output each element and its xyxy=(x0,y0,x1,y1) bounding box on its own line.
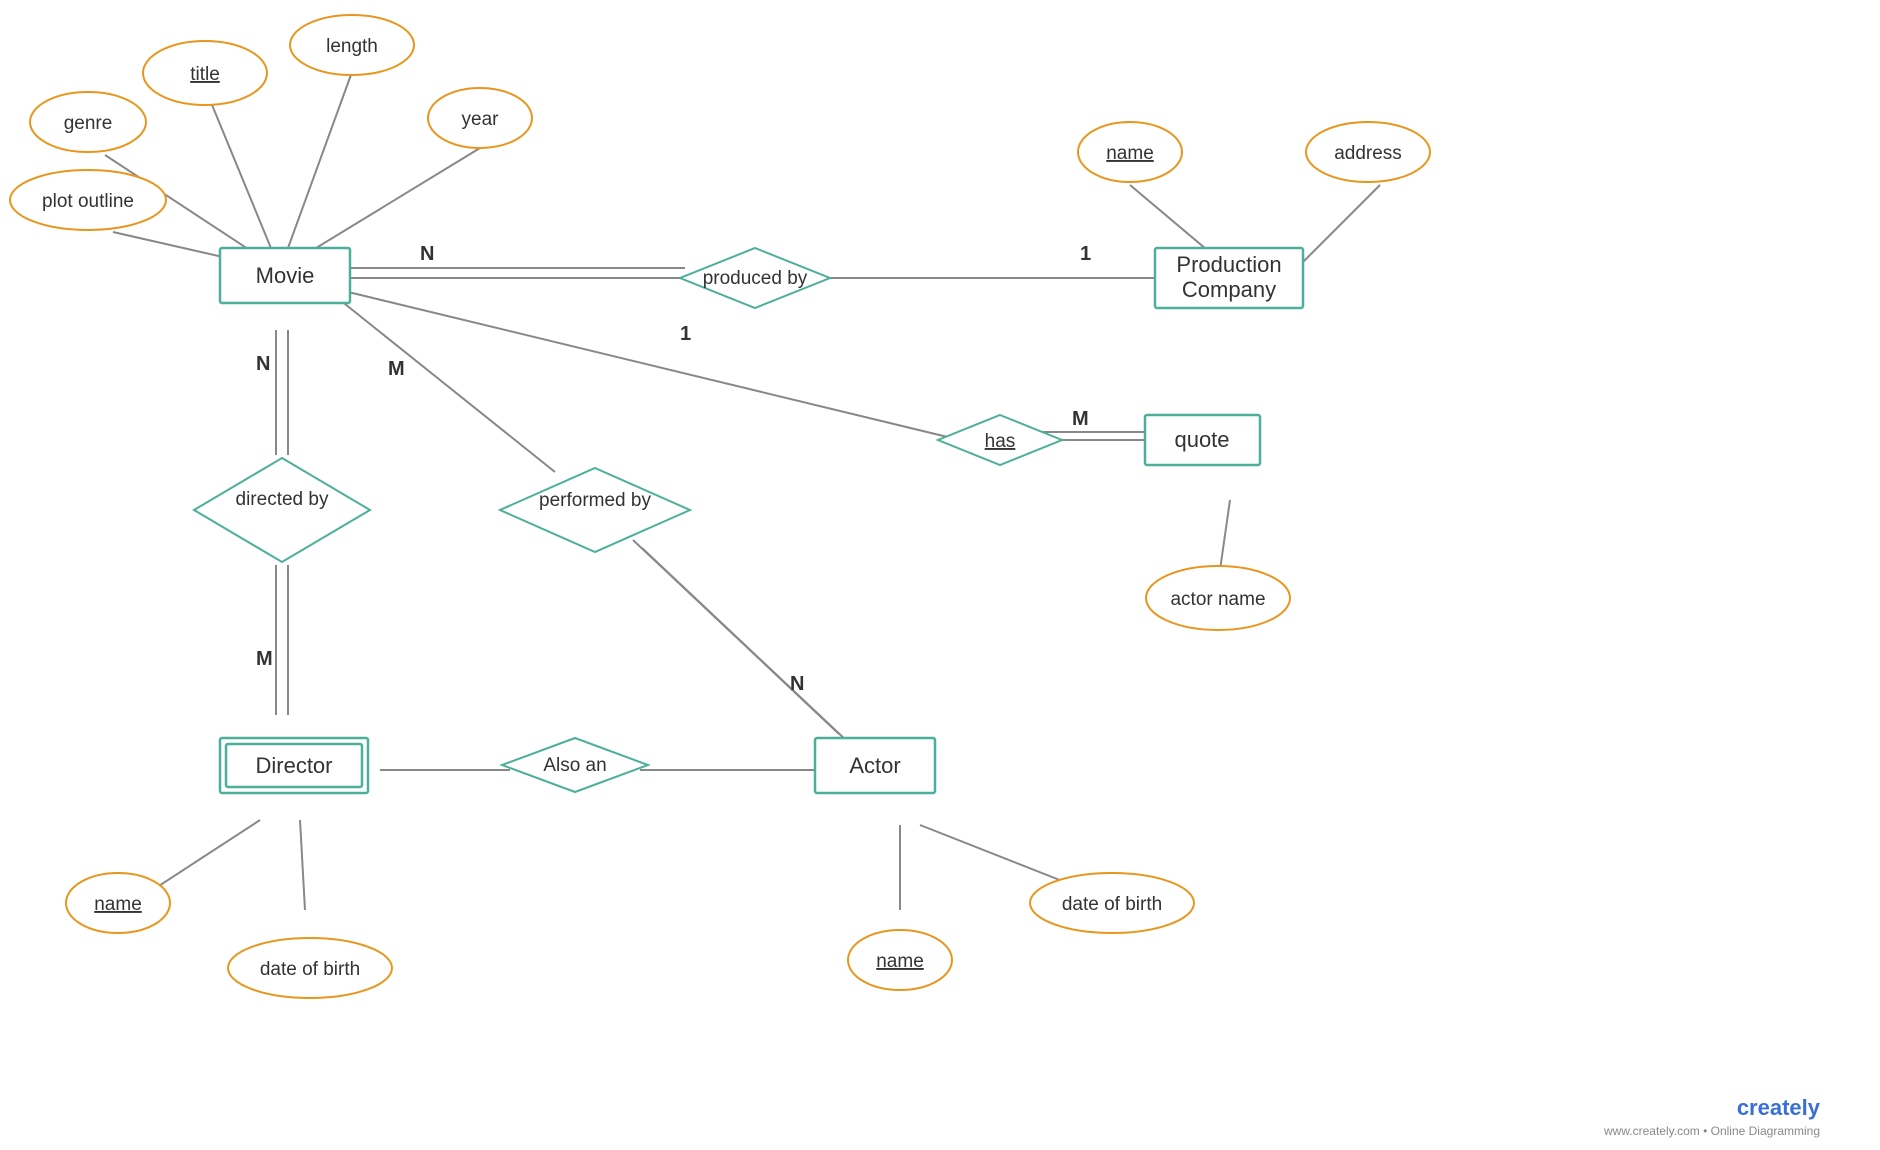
relation-has: has xyxy=(938,415,1062,465)
attr-genre: genre xyxy=(30,92,146,152)
title-text: title xyxy=(190,64,220,85)
cardinality-n-movie-directed: N xyxy=(256,353,270,375)
attr-pc-address: address xyxy=(1306,122,1430,182)
attr-actor-name-bottom: name xyxy=(848,930,952,990)
actor-name-bottom-text: name xyxy=(876,951,924,972)
relation-also-an: Also an xyxy=(502,738,648,792)
movie-label: Movie xyxy=(256,263,315,288)
produced-by-label: produced by xyxy=(703,268,808,289)
year-text: year xyxy=(462,109,500,130)
actor-name-text: actor name xyxy=(1170,589,1265,610)
pc-label-1: Production xyxy=(1176,252,1281,277)
line-movie-title xyxy=(210,100,280,270)
line-actor-dob xyxy=(920,825,1080,888)
cardinality-m-movie-performed: M xyxy=(388,358,405,380)
entity-director: Director xyxy=(220,738,368,793)
cardinality-1-pc-produced: 1 xyxy=(1080,243,1091,265)
genre-text: genre xyxy=(64,113,113,134)
quote-label: quote xyxy=(1174,427,1229,452)
pc-address-text: address xyxy=(1334,143,1402,164)
attr-title: title xyxy=(143,41,267,105)
relation-directed-by: directed by xyxy=(194,458,370,562)
attr-director-dob: date of birth xyxy=(228,938,392,998)
cardinality-n-actor-performed: N xyxy=(790,673,804,695)
director-name-text: name xyxy=(94,894,142,915)
director-dob-text: date of birth xyxy=(260,959,360,980)
line-director-name xyxy=(145,820,260,895)
line-pc-address xyxy=(1300,185,1380,265)
pc-name-text: name xyxy=(1106,143,1154,164)
director-label: Director xyxy=(255,753,332,778)
line-quote-actorname xyxy=(1220,500,1230,570)
directed-by-label-1: directed by xyxy=(236,489,329,510)
attr-year: year xyxy=(428,88,532,148)
creately-brand: creately xyxy=(1737,1095,1821,1120)
entity-production-company: Production Company xyxy=(1155,248,1303,308)
attr-plot-outline: plot outline xyxy=(10,170,166,230)
attr-actor-name: actor name xyxy=(1146,566,1290,630)
cardinality-1-movie-has: 1 xyxy=(680,323,691,345)
has-label: has xyxy=(985,431,1016,452)
line-movie-has xyxy=(340,290,960,440)
attr-director-name: name xyxy=(66,873,170,933)
entity-actor: Actor xyxy=(815,738,935,793)
er-diagram: Movie Production Company Director Actor … xyxy=(0,0,1880,1150)
attr-actor-dob: date of birth xyxy=(1030,873,1194,933)
pc-label-2: Company xyxy=(1182,277,1276,302)
performed-by-label: performed by xyxy=(539,490,651,511)
line-movie-performedby xyxy=(340,300,555,472)
cardinality-n-movie-produced: N xyxy=(420,243,434,265)
creately-url: www.creately.com • Online Diagramming xyxy=(1603,1124,1820,1138)
plot-outline-text: plot outline xyxy=(42,191,134,212)
line-performedby-actor-2 xyxy=(633,540,839,734)
attr-length: length xyxy=(290,15,414,75)
also-an-label: Also an xyxy=(543,755,606,776)
entity-movie: Movie xyxy=(220,248,350,303)
actor-dob-text: date of birth xyxy=(1062,894,1162,915)
relation-performed-by: performed by xyxy=(500,468,690,552)
actor-label: Actor xyxy=(849,753,900,778)
entity-quote: quote xyxy=(1145,415,1260,465)
relation-produced-by: produced by xyxy=(680,248,830,308)
cardinality-m-director-directed: M xyxy=(256,648,273,670)
directed-by-diamond xyxy=(194,458,370,562)
cardinality-m-quote-has: M xyxy=(1072,408,1089,430)
line-director-dob xyxy=(300,820,305,910)
line-movie-length xyxy=(280,72,352,270)
length-text: length xyxy=(326,36,378,57)
attr-pc-name: name xyxy=(1078,122,1182,182)
